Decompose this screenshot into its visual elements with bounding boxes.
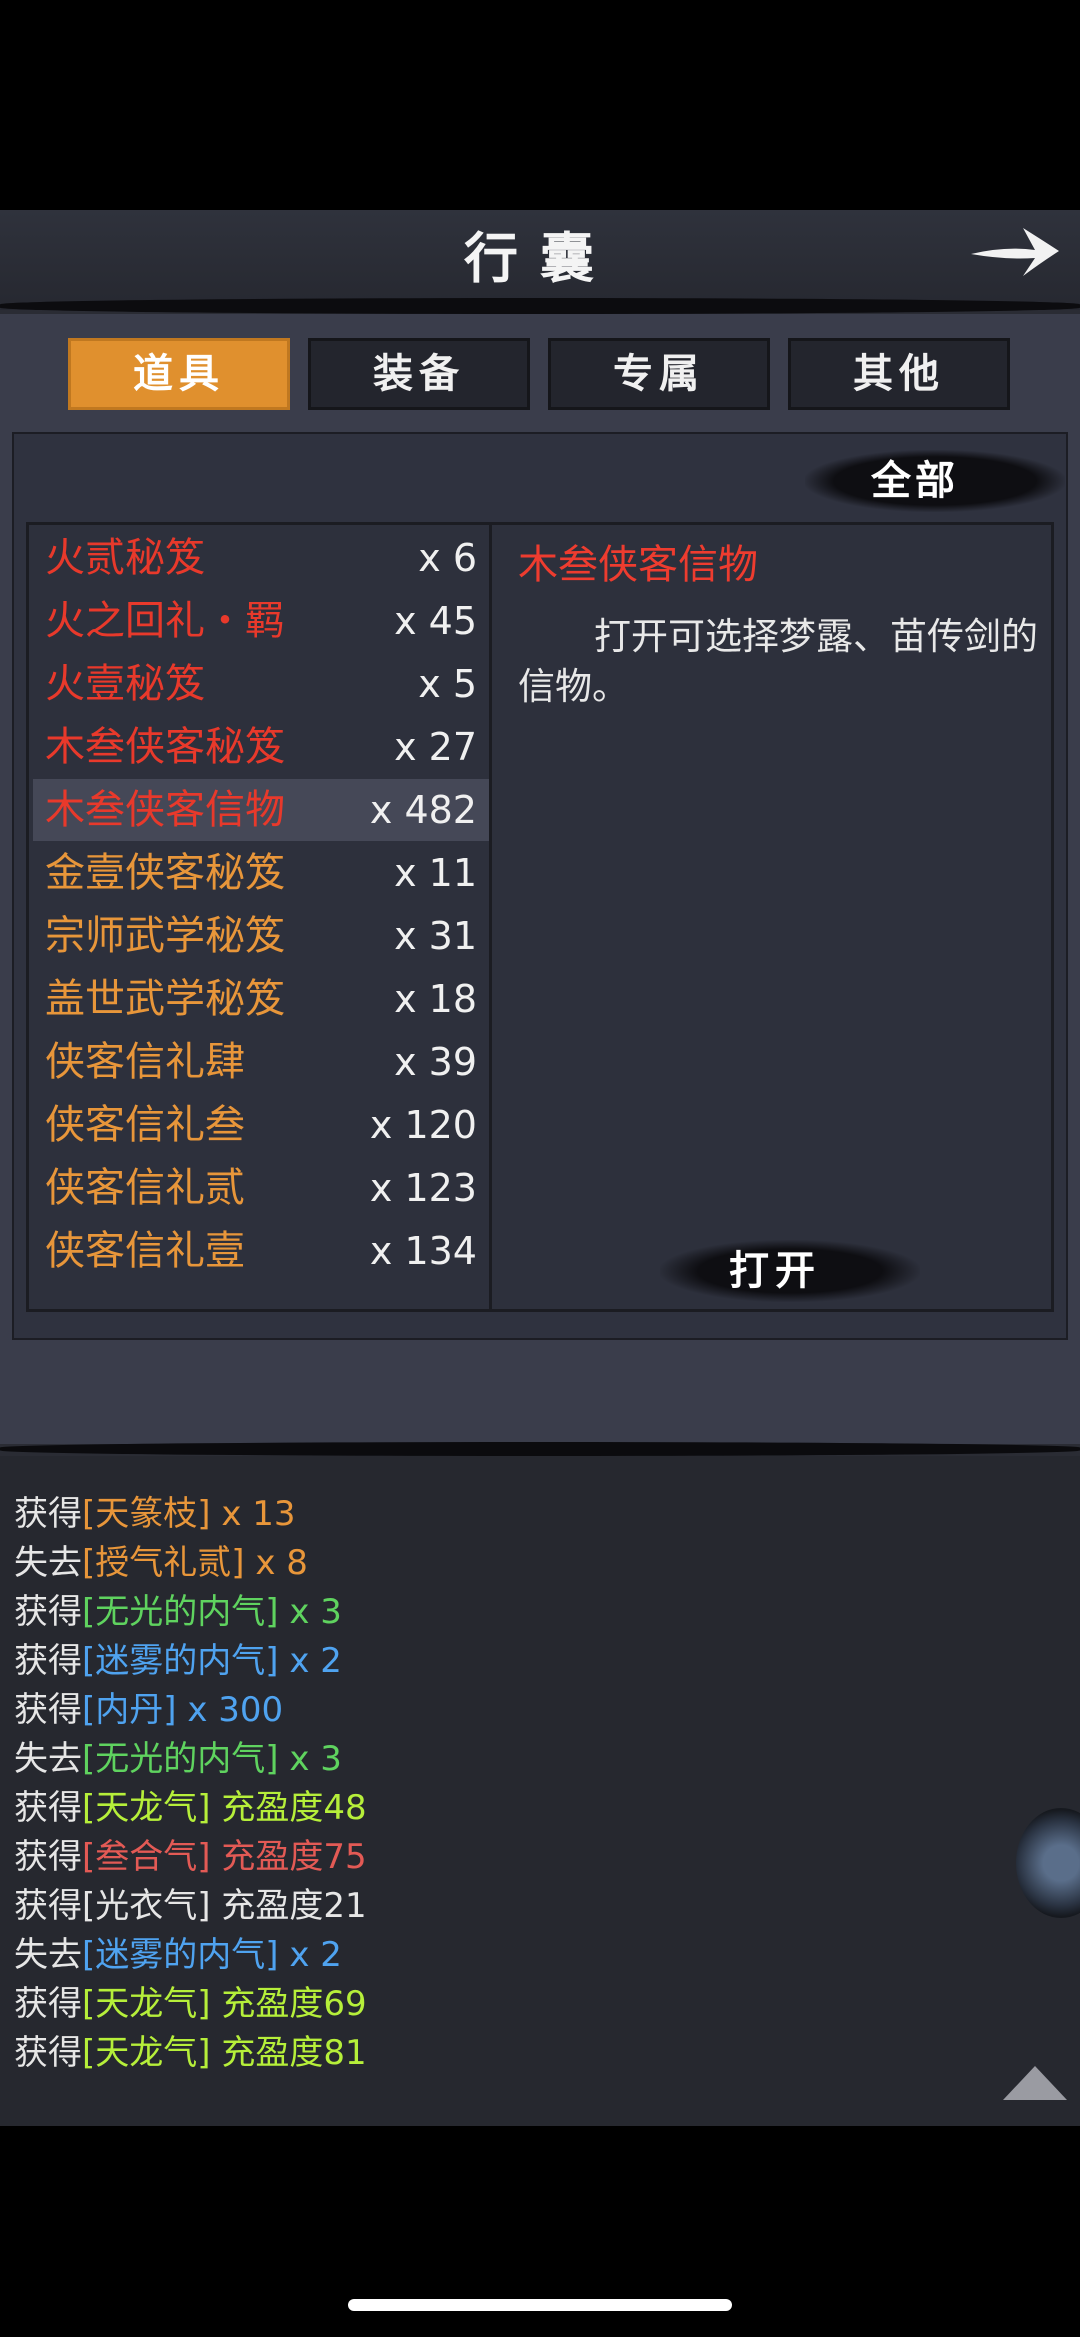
log-line: 获得[无光的内气] x 3: [14, 1588, 342, 1636]
item-count: x 11: [394, 851, 477, 895]
item-name: 金壹侠客秘笈: [45, 850, 285, 896]
log-action: 获得: [14, 1886, 82, 1926]
log-item: [天篆枝] x 13: [82, 1494, 296, 1534]
log-action: 获得: [14, 1788, 82, 1828]
item-name: 木叁侠客秘笈: [45, 724, 285, 770]
page-title: 行囊: [464, 226, 616, 290]
item-name: 侠客信礼壹: [45, 1228, 245, 1274]
log-action: 获得: [14, 1690, 82, 1730]
log-item: [无光的内气] x 3: [82, 1592, 342, 1632]
log-item: [天龙气] 充盈度48: [82, 1788, 367, 1828]
log-line: 获得[天龙气] 充盈度48: [14, 1784, 367, 1832]
item-name: 火之回礼・羁: [45, 598, 285, 644]
item-list[interactable]: 火贰秘笈 x 6 火之回礼・羁 x 45 火壹秘笈 x 5 木叁侠客秘笈 x 27 木叁侠客信物…: [26, 522, 492, 1312]
open-button[interactable]: 打开: [660, 1240, 890, 1302]
list-item[interactable]: 木叁侠客秘笈 x 27: [33, 716, 489, 778]
log-action: 失去: [14, 1543, 82, 1583]
log-action: 获得: [14, 2033, 82, 2073]
log-divider: [0, 1442, 1080, 1456]
item-name: 侠客信礼叁: [45, 1102, 245, 1148]
back-arrow-icon[interactable]: [965, 216, 1065, 286]
reward-log[interactable]: 获得[天篆枝] x 13 失去[授气礼贰] x 8 获得[无光的内气] x 3 获得[…: [0, 1456, 1080, 2126]
item-name: 侠客信礼肆: [45, 1039, 245, 1085]
header-divider: [0, 298, 1080, 314]
home-indicator: [348, 2299, 732, 2311]
detail-title: 木叁侠客信物: [518, 542, 758, 588]
log-item: [无光的内气] x 3: [82, 1739, 342, 1779]
log-line: 获得[天龙气] 充盈度69: [14, 1980, 367, 2028]
log-action: 失去: [14, 1935, 82, 1975]
item-name: 盖世武学秘笈: [45, 976, 285, 1022]
log-line: 失去[迷雾的内气] x 2: [14, 1931, 342, 1979]
list-item[interactable]: 火壹秘笈 x 5: [33, 653, 489, 715]
item-count: x 27: [394, 725, 477, 769]
item-name: 木叁侠客信物: [45, 787, 285, 833]
list-item[interactable]: 侠客信礼贰 x 123: [33, 1157, 489, 1219]
log-line: 获得[内丹] x 300: [14, 1686, 283, 1734]
log-action: 失去: [14, 1739, 82, 1779]
detail-description: 打开可选择梦露、苗传剑的信物。: [518, 615, 1038, 708]
item-count: x 31: [394, 914, 477, 958]
item-count: x 18: [394, 977, 477, 1021]
list-item[interactable]: 火贰秘笈 x 6: [33, 527, 489, 589]
list-item[interactable]: 侠客信礼肆 x 39: [33, 1031, 489, 1093]
log-action: 获得: [14, 1984, 82, 2024]
log-action: 获得: [14, 1592, 82, 1632]
item-count: x 123: [369, 1166, 477, 1210]
log-line: 获得[天篆枝] x 13: [14, 1490, 296, 1538]
item-count: x 134: [369, 1229, 477, 1273]
log-item: [天龙气] 充盈度81: [82, 2033, 367, 2073]
log-line: 失去[无光的内气] x 3: [14, 1735, 342, 1783]
list-item[interactable]: 盖世武学秘笈 x 18: [33, 968, 489, 1030]
log-line: 获得[天龙气] 充盈度81: [14, 2029, 367, 2077]
list-item[interactable]: 宗师武学秘笈 x 31: [33, 905, 489, 967]
list-item[interactable]: 火之回礼・羁 x 45: [33, 590, 489, 652]
log-item: [光衣气] 充盈度21: [82, 1886, 367, 1926]
item-name: 火贰秘笈: [45, 535, 205, 581]
log-item: [天龙气] 充盈度69: [82, 1984, 367, 2024]
tab-items[interactable]: 道具: [68, 338, 290, 410]
item-name: 侠客信礼贰: [45, 1165, 245, 1211]
filter-button[interactable]: 全部: [805, 450, 1025, 512]
log-action: 获得: [14, 1837, 82, 1877]
scroll-up-icon[interactable]: [1003, 2066, 1067, 2100]
list-item[interactable]: 木叁侠客信物 x 482: [33, 779, 489, 841]
log-line: 获得[叁合气] 充盈度75: [14, 1833, 367, 1881]
log-action: 获得: [14, 1641, 82, 1681]
item-name: 火壹秘笈: [45, 661, 205, 707]
item-name: 宗师武学秘笈: [45, 913, 285, 959]
log-item: [授气礼贰] x 8: [82, 1543, 308, 1583]
item-count: x 6: [418, 536, 477, 580]
item-count: x 45: [394, 599, 477, 643]
list-item[interactable]: 金壹侠客秘笈 x 11: [33, 842, 489, 904]
log-item: [内丹] x 300: [82, 1690, 284, 1730]
item-count: x 5: [418, 662, 477, 706]
item-count: x 120: [369, 1103, 477, 1147]
list-item[interactable]: 侠客信礼壹 x 134: [33, 1220, 489, 1282]
list-item[interactable]: 侠客信礼叁 x 120: [33, 1094, 489, 1156]
tab-other[interactable]: 其他: [788, 338, 1010, 410]
item-count: x 482: [369, 788, 477, 832]
log-item: [迷雾的内气] x 2: [82, 1641, 342, 1681]
item-count: x 39: [394, 1040, 477, 1084]
log-line: 获得[光衣气] 充盈度21: [14, 1882, 367, 1930]
log-item: [叁合气] 充盈度75: [82, 1837, 367, 1877]
log-action: 获得: [14, 1494, 82, 1534]
log-line: 获得[迷雾的内气] x 2: [14, 1637, 342, 1685]
tab-equipment[interactable]: 装备: [308, 338, 530, 410]
tab-exclusive[interactable]: 专属: [548, 338, 770, 410]
log-item: [迷雾的内气] x 2: [82, 1935, 342, 1975]
log-line: 失去[授气礼贰] x 8: [14, 1539, 308, 1587]
